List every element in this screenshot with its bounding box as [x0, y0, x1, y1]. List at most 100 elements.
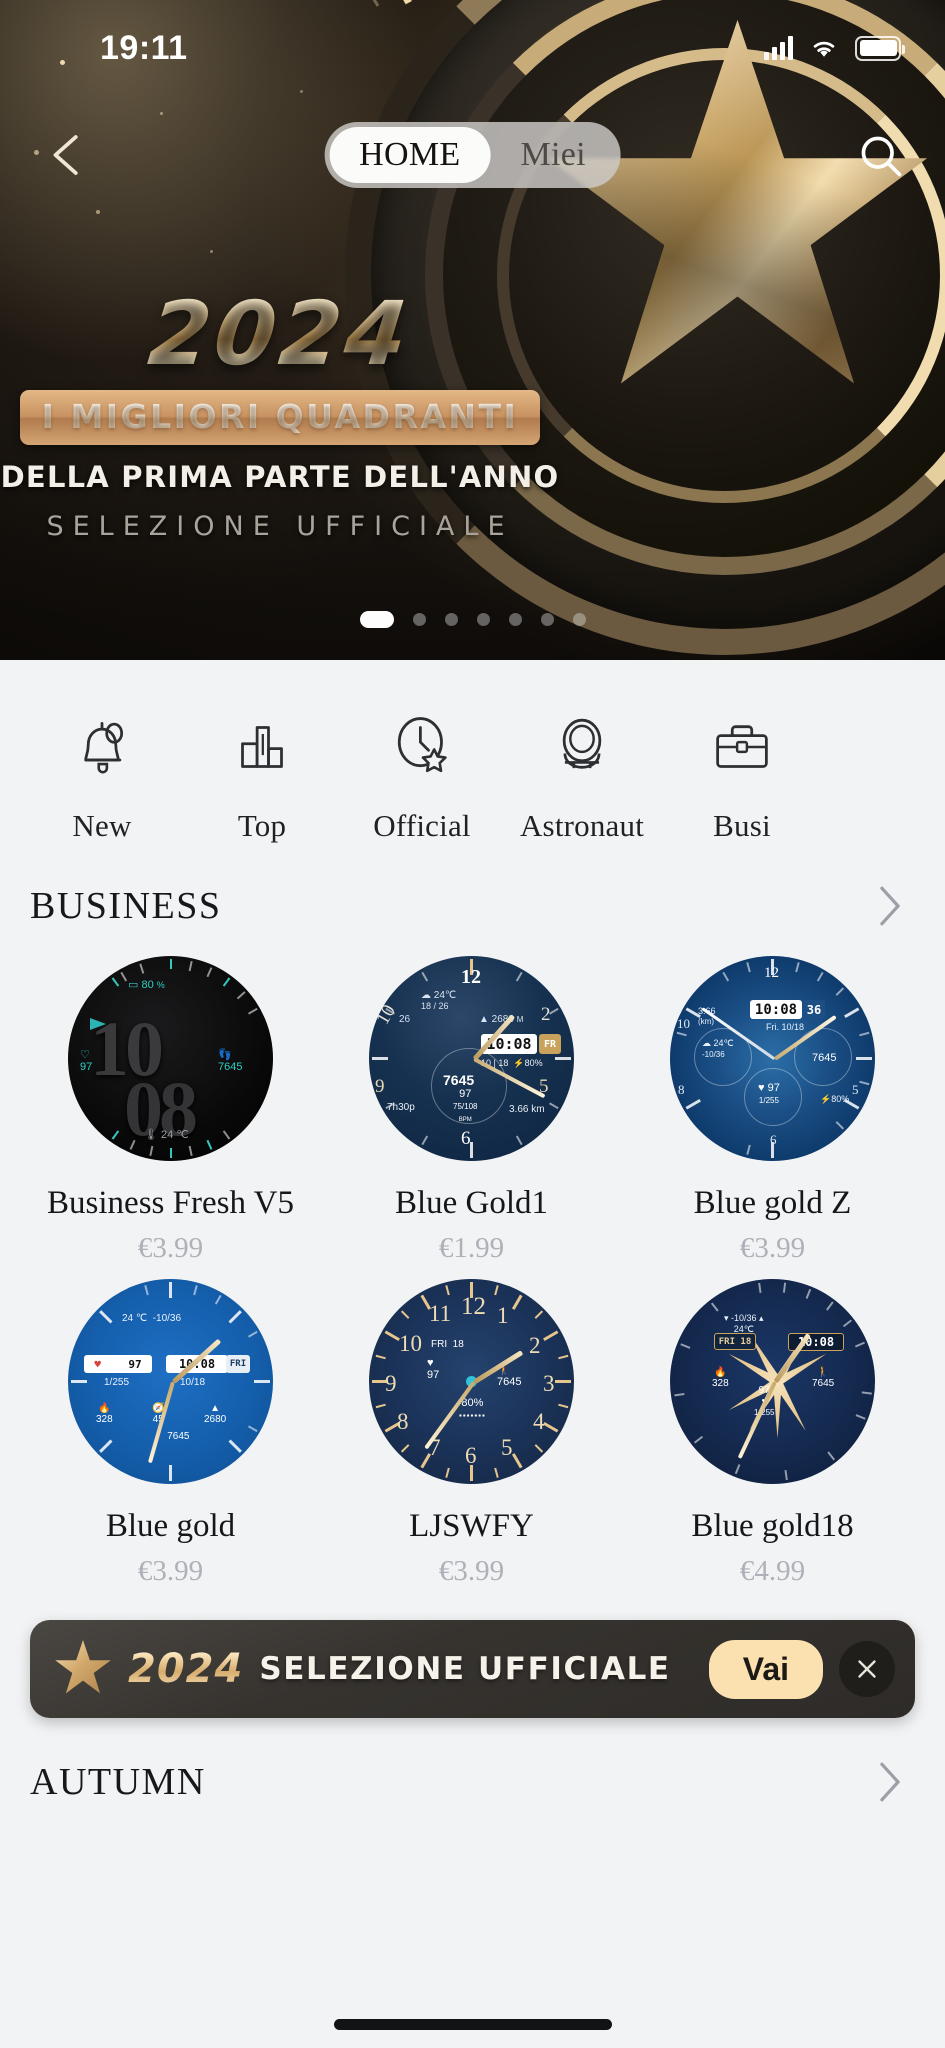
bar-chart-icon: [241, 726, 283, 768]
hero-banner[interactable]: 19:11 HOME Miei 2024 I MIGLIORI QUADRANT…: [0, 0, 945, 660]
watch-heart-rate: ♥ 97 1/255: [758, 1082, 780, 1105]
watch-card[interactable]: 24 ℃ -10/36 ♥ 97 10:08 FRI 1/255 10/18 🔥…: [20, 1279, 321, 1588]
tab-home[interactable]: HOME: [329, 127, 491, 183]
pagination-dot[interactable]: [444, 613, 458, 626]
watch-card[interactable]: ▾ -10/36 ▴ 24℃ FRI 18 10:08 🔥 328 🚶 7645 97…: [622, 1279, 923, 1588]
watch-face-preview[interactable]: 12 10 9 6 5 2 ☁ 24℃ 18 / 26 26 ▲ 2680 M 1…: [369, 956, 574, 1161]
watch-heart-rate: ♥ 97: [427, 1357, 440, 1381]
watch-face-preview[interactable]: 24 ℃ -10/36 ♥ 97 10:08 FRI 1/255 10/18 🔥…: [68, 1279, 273, 1484]
watch-sub-value: 26: [399, 1014, 411, 1025]
watch-card[interactable]: 12 10 9 6 5 2 ☁ 24℃ 18 / 26 26 ▲ 2680 M 1…: [321, 956, 622, 1265]
clock-star-icon: [397, 717, 447, 773]
watch-card[interactable]: 10 08 ▭ 80 % ♡ 97 👣 7645 🌡 24 ℃ Business F…: [20, 956, 321, 1265]
category-top[interactable]: Top: [182, 708, 342, 844]
watch-name: Blue Gold1: [394, 1185, 549, 1221]
astronaut-icon: [562, 718, 602, 769]
pagination-dot[interactable]: [508, 613, 522, 626]
watch-face-preview[interactable]: ▾ -10/36 ▴ 24℃ FRI 18 10:08 🔥 328 🚶 7645 97…: [670, 1279, 875, 1484]
watch-card[interactable]: 12 11 1 10 2 9 3 8 4 7 5 6 FRI 18 ♥ 97 🚶 7…: [321, 1279, 622, 1588]
watch-face-business-fresh-v5: 10 08 ▭ 80 % ♡ 97 👣 7645 🌡 24 ℃: [68, 956, 273, 1161]
status-time: 19:11: [100, 28, 188, 67]
pagination-dot[interactable]: [572, 613, 586, 626]
status-icons: [764, 35, 905, 61]
watch-hour-12: 12: [461, 1293, 486, 1320]
section-title: BUSINESS: [30, 885, 222, 927]
watch-weather: ☁ 24℃ -10/36: [702, 1038, 734, 1059]
category-row[interactable]: New Top Official Astronaut Busi: [0, 660, 945, 870]
watch-hour-9: 9: [375, 1076, 385, 1097]
watch-hour-6: 6: [465, 1443, 477, 1468]
chevron-right-icon[interactable]: [877, 1761, 903, 1803]
category-business[interactable]: Busi: [662, 708, 822, 844]
watch-pace: 7h30p: [387, 1102, 415, 1113]
watch-day-chip: FRI 18: [714, 1333, 756, 1350]
sparkle: [96, 210, 100, 214]
watch-hour-2: 2: [529, 1333, 541, 1358]
watch-hour-2: 2: [541, 1004, 551, 1025]
watch-distance: 3.66 km: [509, 1104, 545, 1115]
pagination-dot[interactable]: [540, 613, 554, 626]
watch-hour-5: 5: [501, 1435, 513, 1460]
home-indicator: [333, 2019, 612, 2030]
watch-hour-5: 5: [852, 1082, 859, 1097]
category-label: Astronaut: [519, 808, 645, 843]
category-astronaut[interactable]: Astronaut: [502, 708, 662, 844]
watch-steps: 7645: [443, 1072, 475, 1088]
watch-face-ljswfy: 12 11 1 10 2 9 3 8 4 7 5 6 FRI 18 ♥ 97 🚶 7…: [369, 1279, 574, 1484]
watch-price: €3.99: [739, 1232, 806, 1264]
watch-price: €3.99: [137, 1232, 204, 1264]
section-header-autumn[interactable]: AUTUMN: [0, 1718, 945, 1804]
pagination-dot[interactable]: [476, 613, 490, 626]
watch-name: Blue gold: [105, 1508, 236, 1544]
battery-icon: [855, 35, 905, 61]
promo-cta-button[interactable]: Vai: [708, 1639, 823, 1699]
watch-face-blue-gold18: ▾ -10/36 ▴ 24℃ FRI 18 10:08 🔥 328 🚶 7645 97…: [670, 1279, 875, 1484]
sparkle: [160, 112, 163, 115]
watch-hour-3: 3: [543, 1371, 555, 1396]
watch-date: 10/18: [180, 1377, 206, 1388]
category-new[interactable]: New: [22, 708, 182, 844]
watch-hour-9: 9: [385, 1371, 397, 1396]
search-icon[interactable]: [855, 130, 907, 182]
hero-tab-switcher[interactable]: HOME Miei: [324, 122, 621, 188]
promo-banner-wrap: 2024 SELEZIONE UFFICIALE Vai: [0, 1602, 945, 1718]
watch-battery: ⚡80%: [820, 1094, 850, 1104]
cellular-signal-icon: [764, 36, 793, 60]
watch-hour-12: 12: [764, 965, 779, 981]
watch-face-preview[interactable]: 12 11 1 10 2 9 3 8 4 7 5 6 FRI 18 ♥ 97 🚶 7…: [369, 1279, 574, 1484]
watch-weather: ▾ -10/36 ▴ 24℃: [724, 1313, 764, 1334]
bell-icon: [84, 722, 124, 774]
hero-year: 2024: [0, 282, 565, 385]
category-official[interactable]: Official: [342, 708, 502, 844]
watch-hour-8: 8: [678, 1082, 685, 1097]
pagination-dot[interactable]: [412, 613, 426, 626]
category-label: New: [72, 808, 132, 843]
watch-price: €1.99: [438, 1232, 505, 1264]
watch-name: Business Fresh V5: [47, 1185, 294, 1221]
watch-hour-10: 10: [677, 1016, 690, 1031]
pagination-dot-active[interactable]: [359, 611, 394, 628]
section-title: AUTUMN: [30, 1761, 206, 1803]
watch-price: €3.99: [438, 1555, 505, 1587]
watch-day-date: FRI 18: [431, 1339, 464, 1350]
hero-pagination[interactable]: [0, 611, 945, 628]
hero-badge: I MIGLIORI QUADRANTI: [19, 390, 541, 445]
watch-weather: 24 ℃ -10/36: [122, 1313, 182, 1324]
watch-face-blue-gold: 24 ℃ -10/36 ♥ 97 10:08 FRI 1/255 10/18 🔥…: [68, 1279, 273, 1484]
promo-banner[interactable]: 2024 SELEZIONE UFFICIALE Vai: [30, 1620, 915, 1718]
promo-year: 2024: [128, 1646, 244, 1692]
chevron-right-icon[interactable]: [877, 885, 903, 927]
section-header-business[interactable]: BUSINESS: [0, 870, 945, 928]
watch-face-preview[interactable]: 10 08 ▭ 80 % ♡ 97 👣 7645 🌡 24 ℃: [68, 956, 273, 1161]
watch-day-chip: FRI: [226, 1355, 250, 1373]
watch-face-preview[interactable]: 12 10 8 6 5 3.66(km) 10:08 36 Fri. 10/18…: [670, 956, 875, 1161]
watch-time-chip: 10:08: [750, 1000, 802, 1019]
back-arrow-icon[interactable]: [42, 128, 96, 182]
close-icon[interactable]: [839, 1641, 895, 1697]
watch-hour-6: 6: [770, 1132, 777, 1147]
tab-miei[interactable]: Miei: [490, 127, 615, 183]
watch-face-blue-gold1: 12 10 9 6 5 2 ☁ 24℃ 18 / 26 26 ▲ 2680 M 1…: [369, 956, 574, 1161]
watch-seconds-chip: 36: [803, 1000, 825, 1019]
category-label: Official: [373, 808, 471, 843]
watch-card[interactable]: 12 10 8 6 5 3.66(km) 10:08 36 Fri. 10/18…: [622, 956, 923, 1265]
